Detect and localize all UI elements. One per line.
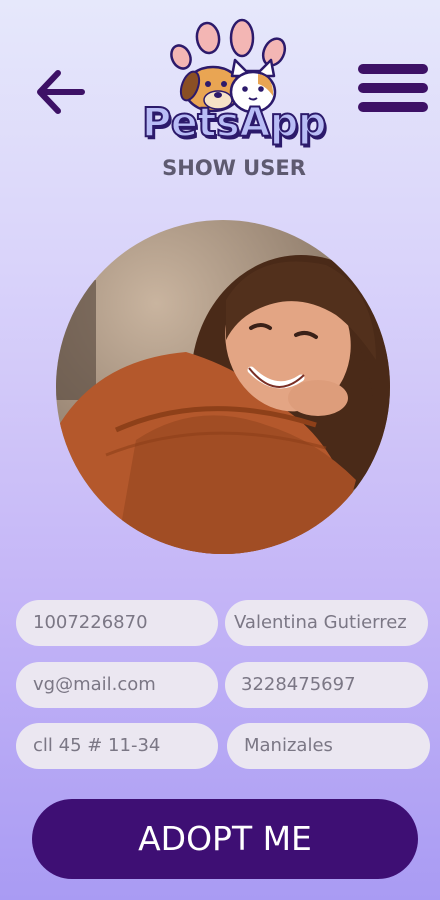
- id-number-field[interactable]: 1007226870: [16, 600, 218, 646]
- back-button[interactable]: [34, 66, 86, 118]
- paw-pets-logo-icon: [170, 18, 287, 114]
- email-field[interactable]: vg@mail.com: [16, 662, 218, 708]
- address-field[interactable]: cll 45 # 11-34: [16, 723, 218, 769]
- hamburger-menu-icon: [358, 64, 428, 112]
- app-name: PetsApp: [141, 99, 328, 147]
- arrow-left-icon: [37, 70, 85, 114]
- phone-field[interactable]: 3228475697: [225, 662, 428, 708]
- menu-button[interactable]: [358, 64, 428, 120]
- page-title: SHOW USER: [162, 156, 306, 180]
- adopt-me-button[interactable]: ADOPT ME: [32, 799, 418, 879]
- user-avatar-photo: [56, 220, 390, 554]
- user-avatar: [56, 220, 390, 554]
- city-field[interactable]: Manizales: [227, 723, 430, 769]
- full-name-field[interactable]: Valentina Gutierrez: [225, 600, 428, 646]
